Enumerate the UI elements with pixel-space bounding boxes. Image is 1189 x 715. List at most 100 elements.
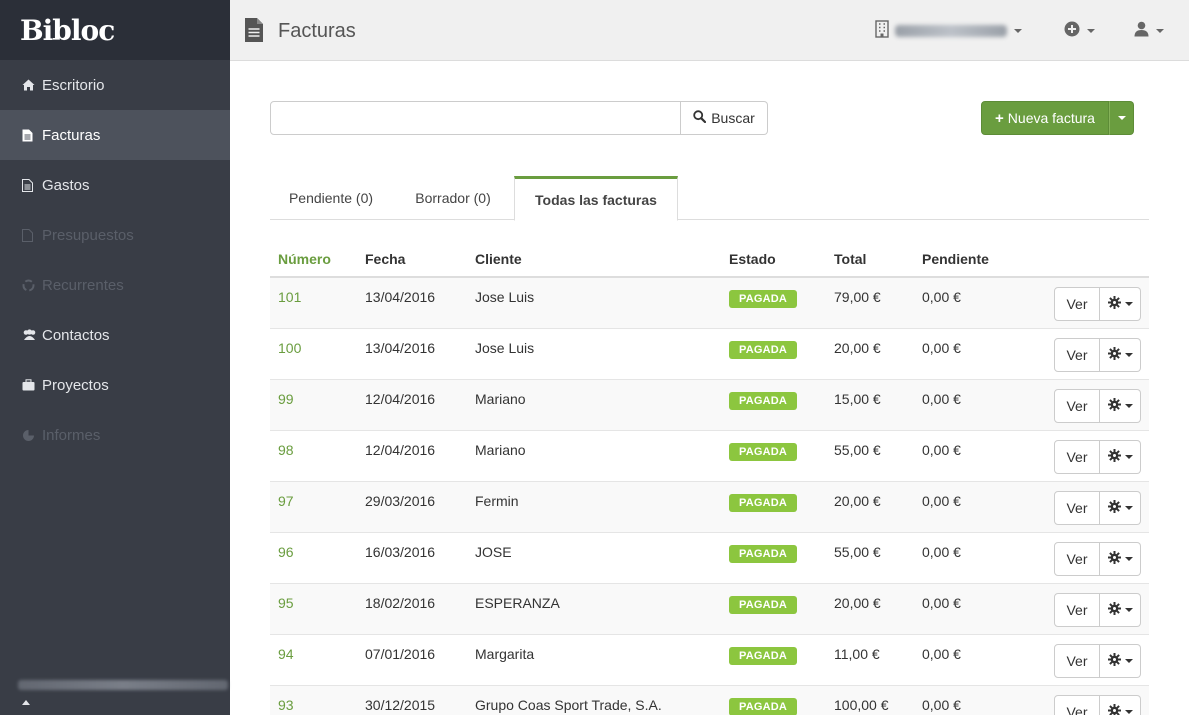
invoice-client: Margarita: [475, 646, 535, 662]
sidebar-item-escritorio[interactable]: Escritorio: [0, 60, 230, 110]
top-bar: Facturas: [230, 0, 1189, 61]
invoice-date: 13/04/2016: [365, 289, 436, 305]
column-header-total[interactable]: Total: [834, 251, 866, 267]
invoice-pending: 0,00 €: [922, 442, 961, 458]
brand-logo[interactable]: Bibloc: [0, 0, 230, 60]
home-icon: [22, 79, 42, 91]
sidebar-item-facturas[interactable]: Facturas: [0, 110, 230, 160]
sidebar-item-proyectos[interactable]: Proyectos: [0, 360, 230, 410]
invoice-number-link[interactable]: 93: [278, 697, 294, 713]
recycle-icon: [22, 279, 42, 292]
plus-circle-icon: [1064, 21, 1080, 40]
view-button[interactable]: Ver: [1054, 287, 1100, 321]
table-row: 95 18/02/2016 ESPERANZA PAGADA 20,00 € 0,00 €…: [270, 584, 1149, 635]
row-actions: Ver: [1054, 644, 1141, 678]
chevron-up-icon[interactable]: [22, 700, 30, 705]
sidebar-item-label: Informes: [42, 426, 101, 444]
invoice-number-link[interactable]: 99: [278, 391, 294, 407]
plus-icon: +: [995, 109, 1004, 127]
invoice-total: 79,00 €: [834, 289, 881, 305]
row-options-button[interactable]: [1100, 287, 1141, 321]
status-badge: PAGADA: [729, 647, 797, 665]
building-icon: [875, 20, 889, 41]
sidebar-item-gastos[interactable]: Gastos: [0, 160, 230, 210]
status-badge: PAGADA: [729, 596, 797, 614]
tab-todas-las-facturas[interactable]: Todas las facturas: [514, 176, 678, 221]
user-menu[interactable]: [1134, 21, 1164, 40]
chevron-down-icon: [1117, 116, 1126, 120]
view-button[interactable]: Ver: [1054, 491, 1100, 525]
chevron-down-icon: [1124, 659, 1133, 663]
view-button[interactable]: Ver: [1054, 389, 1100, 423]
invoice-number-link[interactable]: 100: [278, 340, 301, 356]
row-options-button[interactable]: [1100, 695, 1141, 715]
table-row: 100 13/04/2016 Jose Luis PAGADA 20,00 € 0,00 …: [270, 329, 1149, 380]
row-actions: Ver: [1054, 389, 1141, 423]
sidebar-item-presupuestos: Presupuestos: [0, 210, 230, 260]
tab-pendiente[interactable]: Pendiente (0): [270, 176, 392, 220]
invoice-number-link[interactable]: 94: [278, 646, 294, 662]
invoice-client: Grupo Coas Sport Trade, S.A.: [475, 697, 662, 713]
view-button[interactable]: Ver: [1054, 593, 1100, 627]
chevron-down-icon: [1156, 28, 1164, 33]
gear-icon: [1107, 347, 1121, 363]
invoice-number-link[interactable]: 98: [278, 442, 294, 458]
status-badge: PAGADA: [729, 341, 797, 359]
row-actions: Ver: [1054, 542, 1141, 576]
invoice-number-link[interactable]: 97: [278, 493, 294, 509]
table-row: 96 16/03/2016 JOSE PAGADA 55,00 € 0,00 € Ver: [270, 533, 1149, 584]
column-header-numero[interactable]: Número: [278, 251, 331, 267]
invoice-date: 12/04/2016: [365, 442, 436, 458]
row-options-button[interactable]: [1100, 542, 1141, 576]
invoice-pending: 0,00 €: [922, 544, 961, 560]
invoice-number-link[interactable]: 95: [278, 595, 294, 611]
column-header-fecha[interactable]: Fecha: [365, 251, 405, 267]
column-header-estado[interactable]: Estado: [729, 251, 776, 267]
page-title: Facturas: [278, 20, 356, 42]
row-options-button[interactable]: [1100, 644, 1141, 678]
sidebar-item-label: Recurrentes: [42, 276, 124, 294]
view-button[interactable]: Ver: [1054, 695, 1100, 715]
search-input[interactable]: [270, 101, 681, 135]
view-button[interactable]: Ver: [1054, 338, 1100, 372]
invoice-number-link[interactable]: 101: [278, 289, 301, 305]
row-options-button[interactable]: [1100, 338, 1141, 372]
company-selector[interactable]: [875, 20, 1022, 41]
invoice-pending: 0,00 €: [922, 646, 961, 662]
invoice-date: 16/03/2016: [365, 544, 436, 560]
row-options-button[interactable]: [1100, 440, 1141, 474]
view-button[interactable]: Ver: [1054, 440, 1100, 474]
row-options-button[interactable]: [1100, 593, 1141, 627]
invoice-client: ESPERANZA: [475, 595, 560, 611]
row-options-button[interactable]: [1100, 491, 1141, 525]
view-button[interactable]: Ver: [1054, 644, 1100, 678]
invoice-client: Mariano: [475, 391, 526, 407]
column-header-pendiente[interactable]: Pendiente: [922, 251, 989, 267]
search-button[interactable]: Buscar: [681, 101, 768, 135]
table-row: 101 13/04/2016 Jose Luis PAGADA 79,00 € 0,00 …: [270, 278, 1149, 329]
invoice-total: 15,00 €: [834, 391, 881, 407]
sidebar-item-contactos[interactable]: Contactos: [0, 310, 230, 360]
invoice-total: 100,00 €: [834, 697, 889, 713]
document-icon: [244, 17, 264, 46]
pie-chart-icon: [22, 429, 42, 442]
quick-create-menu[interactable]: [1064, 21, 1095, 40]
gear-icon: [1107, 398, 1121, 414]
row-options-button[interactable]: [1100, 389, 1141, 423]
gear-icon: [1107, 500, 1121, 516]
column-header-cliente[interactable]: Cliente: [475, 251, 522, 267]
new-invoice-dropdown-toggle[interactable]: [1109, 101, 1134, 135]
chevron-down-icon: [1087, 28, 1095, 33]
tab-borrador[interactable]: Borrador (0): [392, 176, 514, 220]
status-badge: PAGADA: [729, 392, 797, 410]
gear-icon: [1107, 551, 1121, 567]
sidebar-item-label: Escritorio: [42, 76, 105, 94]
row-actions: Ver: [1054, 491, 1141, 525]
table-header: Número Fecha Cliente Estado Total Pendie…: [270, 242, 1149, 278]
view-button[interactable]: Ver: [1054, 542, 1100, 576]
sidebar-item-recurrentes: Recurrentes: [0, 260, 230, 310]
invoice-number-link[interactable]: 96: [278, 544, 294, 560]
new-invoice-button[interactable]: + Nueva factura: [981, 101, 1109, 135]
sidebar-item-label: Gastos: [42, 176, 90, 194]
search-box: Buscar: [270, 101, 768, 135]
